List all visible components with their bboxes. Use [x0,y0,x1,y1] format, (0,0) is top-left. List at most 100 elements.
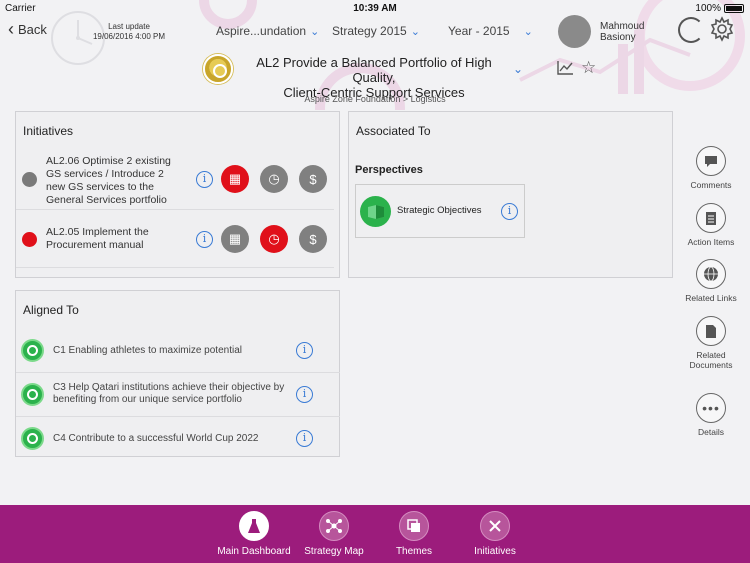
related-documents-line: Documents [689,360,733,370]
gear-icon[interactable] [708,15,736,43]
year-selector[interactable]: Year - 2015 ⌄ [448,24,533,38]
associated-panel: Associated To Perspectives Strategic Obj… [348,111,673,278]
clock-icon[interactable]: ◷ [260,165,288,193]
back-button[interactable]: ‹ Back [8,19,47,39]
strategic-objectives-card[interactable]: Strategic Objectives i [355,184,525,238]
associated-title: Associated To [356,124,431,138]
battery-percent: 100% [695,3,721,14]
initiatives-title: Initiatives [23,124,74,138]
related-documents-label: Related Documents [680,350,742,370]
initiatives-panel: Initiatives AL2.06 Optimise 2 existing G… [15,111,340,278]
breadcrumb: Aspire Zone Foundation > Logistics [304,94,446,104]
action-items-button[interactable]: Action Items [680,203,742,247]
last-update-label: Last update [108,22,150,31]
budget-icon[interactable]: $ [299,225,327,253]
clock: 10:39 AM [353,3,397,14]
chevron-left-icon: ‹ [8,19,14,39]
milestones-icon[interactable]: ▦ [221,165,249,193]
battery-icon [724,4,744,13]
dashboard-icon [239,511,269,541]
aligned-panel: Aligned To C1 Enabling athletes to maxim… [15,290,340,457]
tab-main-dashboard[interactable]: Main Dashboard [214,511,294,557]
aligned-item-line: C1 Enabling athletes to maximize potenti… [53,345,242,356]
file-icon [706,324,716,338]
aligned-row[interactable]: C1 Enabling athletes to maximize potenti… [16,329,340,373]
more-dots-icon: ••• [696,393,726,423]
info-icon[interactable]: i [296,430,313,447]
list-doc-icon [706,211,716,225]
last-update-value: 19/06/2016 4:00 PM [92,32,166,41]
aligned-item-text: C3 Help Qatari institutions achieve thei… [53,382,293,406]
initiative-name: AL2.05 Implement the Procurement manual [46,226,186,252]
last-update: Last update 19/06/2016 4:00 PM [86,22,172,42]
tab-initiatives[interactable]: Initiatives [455,511,535,557]
tab-themes[interactable]: Themes [374,511,454,557]
info-icon[interactable]: i [296,386,313,403]
initiative-name-line: AL2.06 Optimise 2 existing [46,155,171,167]
initiative-row[interactable]: AL2.05 Implement the Procurement manual … [16,210,334,268]
user-first-name: Mahmoud [600,21,645,32]
aligned-row[interactable]: C4 Contribute to a successful World Cup … [16,417,340,457]
aligned-item-line: C3 Help Qatari institutions achieve thei… [53,382,285,393]
related-links-label: Related Links [685,293,737,303]
tab-bar: Main Dashboard Strategy Map Themes Initi… [0,505,750,563]
initiative-name-line: AL2.05 Implement the [46,226,149,238]
user-last-name: Basiony [600,32,636,43]
aligned-row[interactable]: C3 Help Qatari institutions achieve thei… [16,373,340,417]
themes-icon [399,511,429,541]
chevron-down-icon: ⌄ [523,25,533,38]
related-links-button[interactable]: Related Links [680,259,742,303]
aligned-item-line: benefiting from our unique service portf… [53,394,242,405]
document-list-icon [696,203,726,233]
initiative-name-line: new GS services to the [46,181,154,193]
initiative-status-dot [22,172,37,187]
clock-icon[interactable]: ◷ [260,225,288,253]
tab-main-dashboard-label: Main Dashboard [217,546,291,557]
milestones-icon[interactable]: ▦ [221,225,249,253]
target-icon [21,339,44,362]
ellipsis-icon: ••• [702,400,720,416]
initiative-name: AL2.06 Optimise 2 existing GS services /… [46,155,186,207]
year-selector-value: Year - 2015 [448,24,510,38]
info-icon[interactable]: i [196,171,213,188]
chevron-down-icon: ⌄ [310,25,320,38]
info-icon[interactable]: i [196,231,213,248]
details-label: Details [698,427,724,437]
globe-icon [696,259,726,289]
document-icon [696,316,726,346]
battery-indicator: 100% [695,3,744,14]
chevron-down-icon[interactable]: ⌄ [513,62,523,76]
aligned-title: Aligned To [23,303,79,317]
aligned-item-text: C1 Enabling athletes to maximize potenti… [53,345,293,357]
refresh-icon[interactable] [678,17,704,43]
action-items-label: Action Items [687,237,735,247]
star-icon[interactable]: ☆ [581,58,596,78]
target-icon [21,383,44,406]
comments-button[interactable]: Comments [680,146,742,190]
tab-strategy-map[interactable]: Strategy Map [294,511,374,557]
status-bar: Carrier 10:39 AM 100% [0,0,750,16]
stacked-pages-icon [407,519,420,532]
tab-initiatives-label: Initiatives [474,546,516,557]
comment-icon [696,146,726,176]
tools-icon [489,520,501,532]
chart-icon[interactable] [557,61,573,75]
aligned-item-line: C4 Contribute to a successful World Cup … [53,433,259,444]
perspectives-label: Perspectives [355,164,423,176]
details-button[interactable]: ••• Details [680,393,742,437]
globe-shape-icon [704,266,718,282]
initiative-row[interactable]: AL2.06 Optimise 2 existing GS services /… [16,150,334,210]
avatar[interactable] [558,15,591,48]
strategy-selector[interactable]: Strategy 2015 ⌄ [332,24,420,38]
related-documents-line: Related [696,350,726,360]
back-label: Back [18,22,47,37]
objective-medal-icon [203,54,233,84]
info-icon[interactable]: i [296,342,313,359]
organization-selector[interactable]: Aspire...undation ⌄ [216,24,319,38]
strategy-selector-value: Strategy 2015 [332,24,407,38]
related-documents-button[interactable]: Related Documents [680,316,742,370]
organization-selector-value: Aspire...undation [216,24,307,38]
budget-icon[interactable]: $ [299,165,327,193]
initiative-name-line: GS services / Introduce 2 [46,168,164,180]
info-icon[interactable]: i [501,203,518,220]
